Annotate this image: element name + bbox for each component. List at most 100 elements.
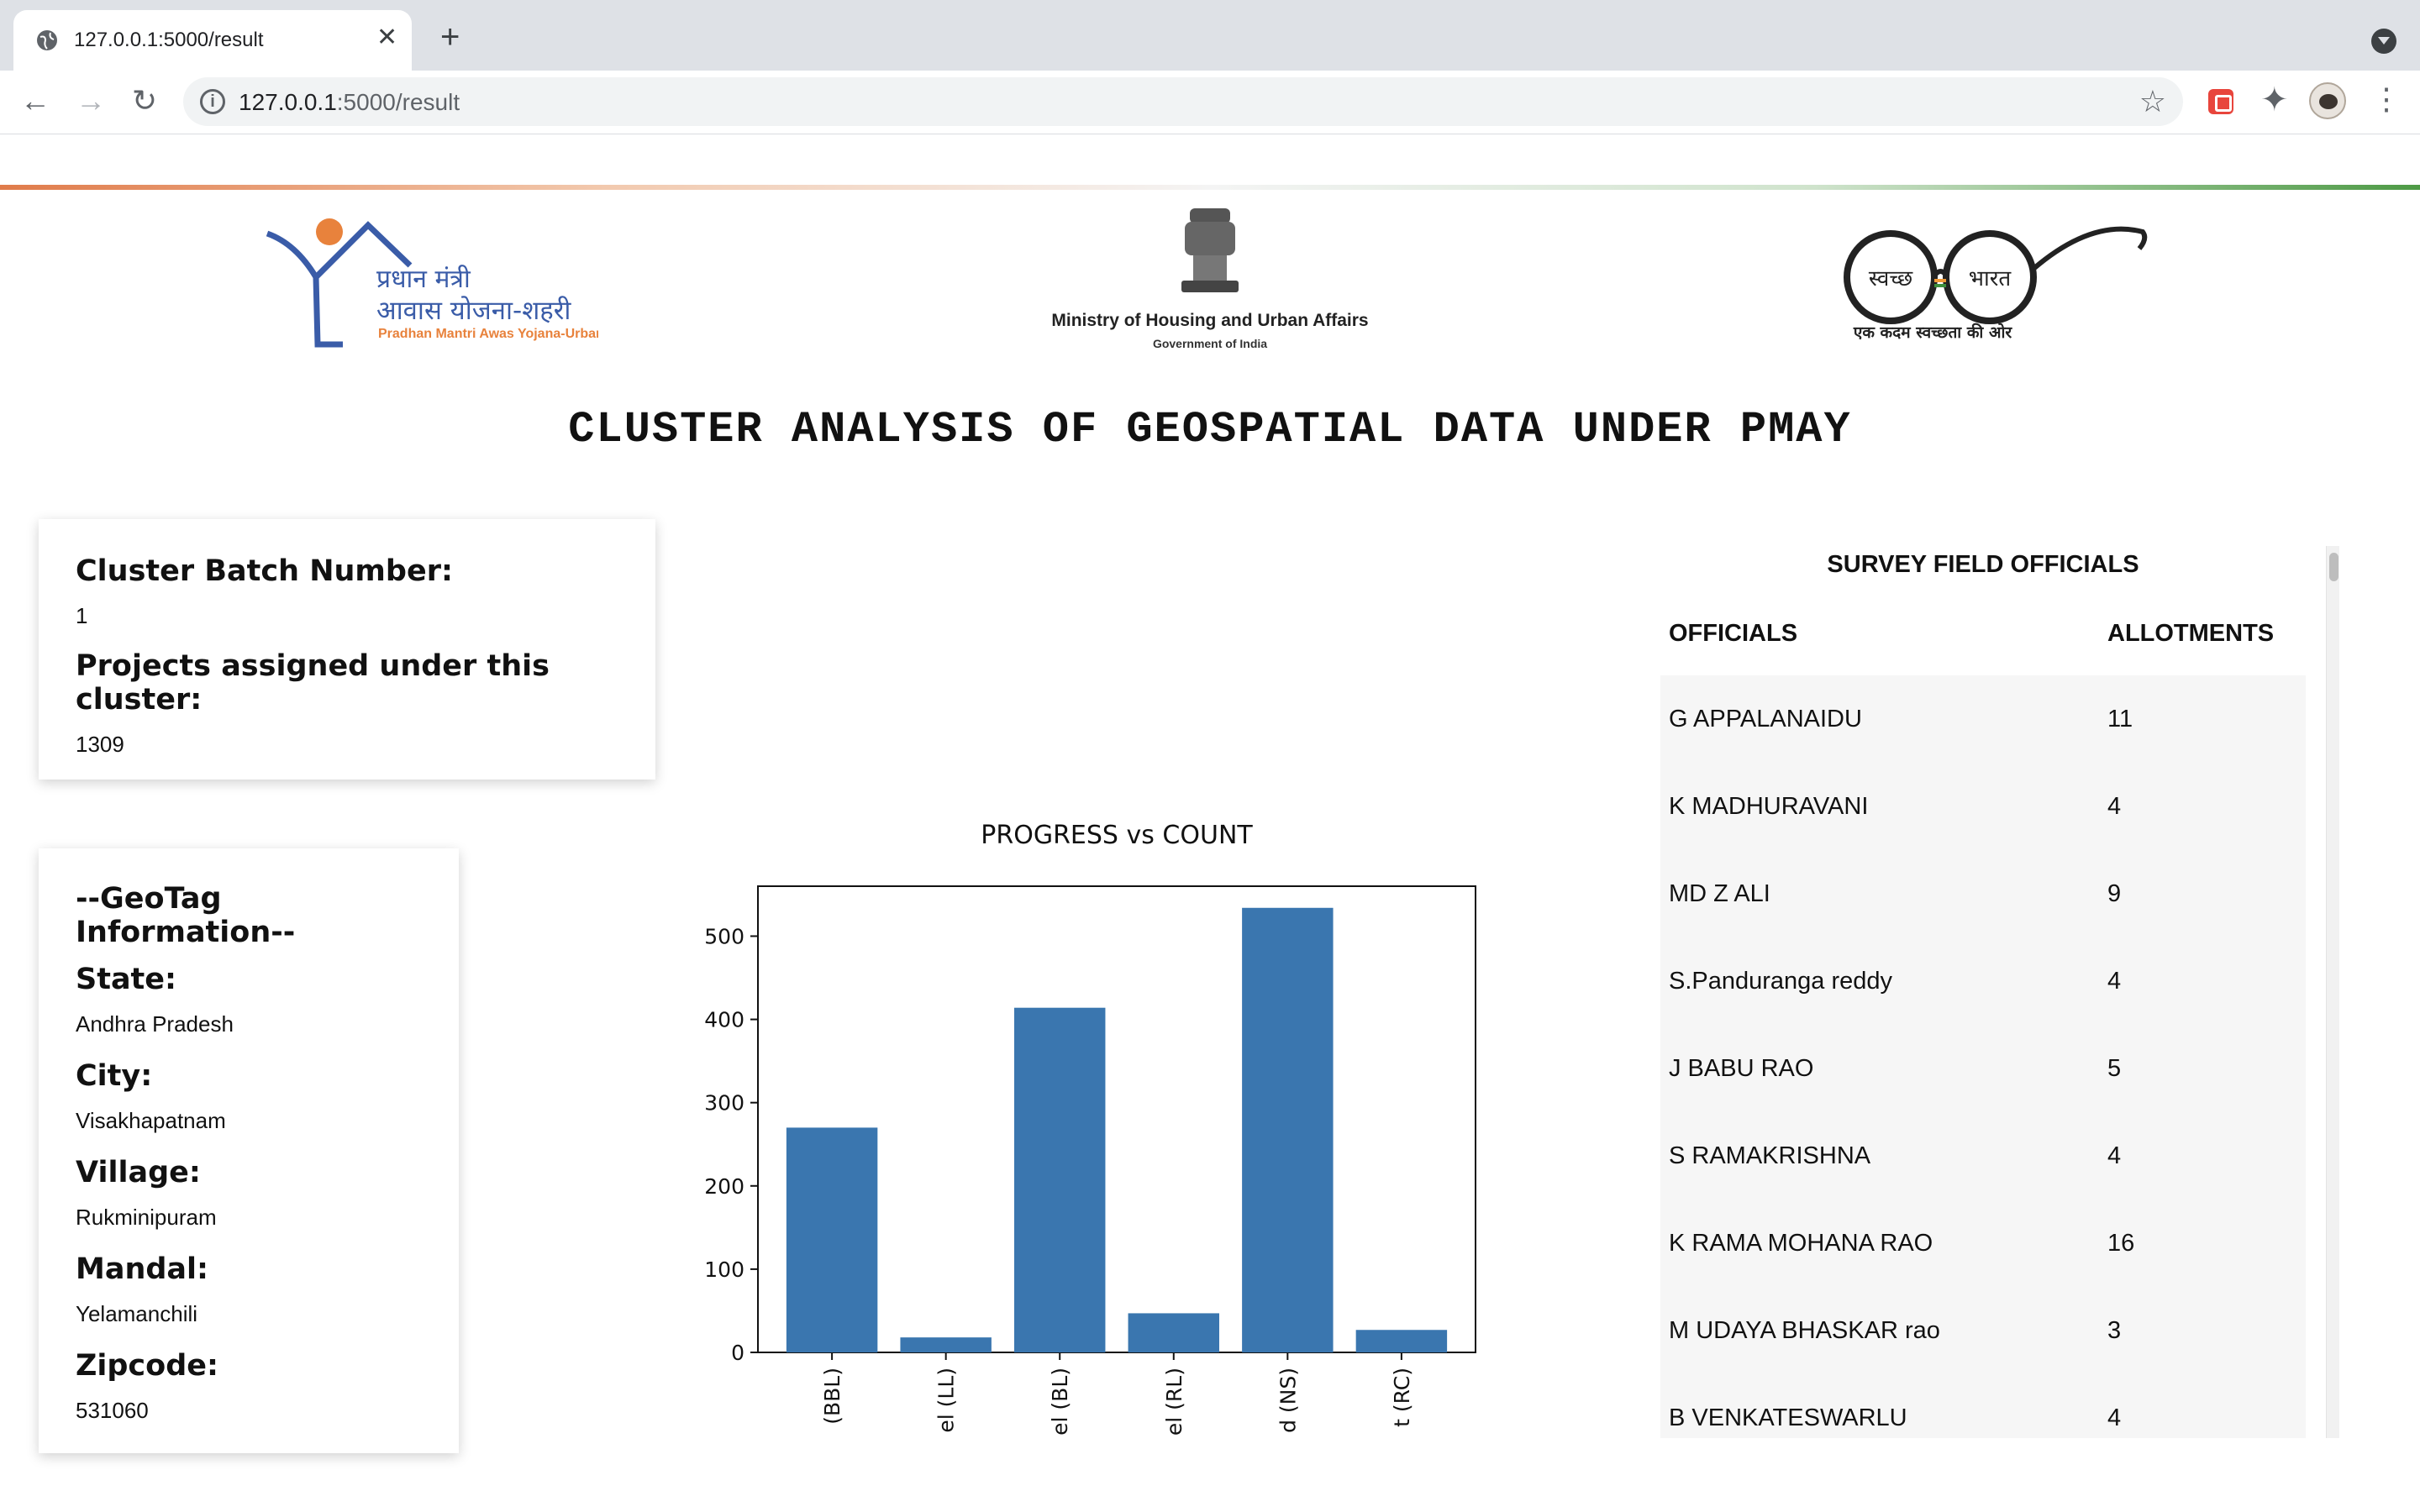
allotments-column-header: ALLOTMENTS (2107, 620, 2275, 647)
pmay-logo: प्रधान मंत्री आवास योजना-शहरी Pradhan Ma… (266, 218, 598, 348)
y-tick-label: 0 (731, 1341, 744, 1365)
mandal-label: Mandal: (76, 1252, 209, 1286)
reload-icon[interactable]: ↻ (126, 82, 163, 119)
pocket-extension-icon[interactable] (2208, 89, 2233, 114)
official-name: K MADHURAVANI (1669, 793, 1869, 820)
official-allotments: 16 (2107, 1230, 2135, 1257)
x-tick-label: el (LL) (934, 1368, 959, 1433)
table-row: K RAMA MOHANA RAO 16 (1660, 1200, 2306, 1287)
y-tick-label: 400 (704, 1008, 744, 1032)
bar (1014, 1007, 1106, 1352)
official-allotments: 5 (2107, 1055, 2122, 1082)
official-allotments: 9 (2107, 880, 2122, 907)
officials-column-header: OFFICIALS (1669, 620, 1798, 647)
y-tick-label: 500 (704, 924, 744, 948)
officials-table-title: SURVEY FIELD OFFICIALS (1827, 551, 2139, 578)
bharat-word: भारत (1969, 266, 2012, 291)
projects-assigned-label: Projects assigned under this cluster: (76, 649, 550, 717)
city-value: Visakhapatnam (76, 1108, 226, 1133)
official-name: B VENKATESWARLU (1669, 1404, 1907, 1431)
tab-search-icon[interactable] (2371, 29, 2396, 54)
table-row: G APPALANAIDU 11 (1660, 675, 2306, 763)
city-label: City: (76, 1059, 153, 1093)
menu-kebab-icon[interactable]: ⋮ (2371, 84, 2402, 114)
page-title: CLUSTER ANALYSIS OF GEOSPATIAL DATA UNDE… (568, 405, 1852, 454)
table-row: K MADHURAVANI 4 (1660, 763, 2306, 850)
state-value: Andhra Pradesh (76, 1011, 234, 1037)
tab-title: 127.0.0.1:5000/result (74, 29, 264, 51)
tab-strip: 127.0.0.1:5000/result ✕ + (0, 0, 2420, 71)
close-tab-icon[interactable]: ✕ (376, 25, 397, 50)
officials-table-header: OFFICIALS ALLOTMENTS (1660, 612, 2306, 675)
bar (786, 1127, 878, 1352)
swachh-tagline: एक कदम स्वच्छता की ओर (1853, 323, 2013, 342)
official-allotments: 4 (2107, 793, 2122, 820)
x-tick-label: t (RC) (1390, 1368, 1414, 1427)
globe-icon (37, 30, 57, 50)
official-allotments: 4 (2107, 968, 2122, 995)
ministry-subtitle: Government of India (1153, 337, 1267, 350)
forward-arrow-icon[interactable]: → (72, 82, 109, 119)
scrollbar-thumb[interactable] (2329, 553, 2338, 581)
official-name: J BABU RAO (1669, 1055, 1814, 1082)
progress-count-chart: PROGRESS vs COUNT 0 100 200 300 400 500 (BBL) el… (655, 806, 1529, 1445)
projects-assigned-value: 1309 (76, 732, 124, 757)
url-path: :5000/result (336, 89, 460, 115)
table-row: J BABU RAO 5 (1660, 1025, 2306, 1112)
ministry-emblem-logo: Ministry of Housing and Urban Affairs Go… (1051, 208, 1369, 350)
batch-number-value: 1 (76, 603, 88, 628)
table-row: S RAMAKRISHNA 4 (1660, 1112, 2306, 1200)
table-row: MD Z ALI 9 (1660, 850, 2306, 937)
x-tick-label: d (NS) (1276, 1368, 1300, 1433)
batch-number-label: Cluster Batch Number: (76, 554, 453, 588)
official-allotments: 3 (2107, 1317, 2122, 1344)
official-name: K RAMA MOHANA RAO (1669, 1230, 1933, 1257)
officials-table-body: G APPALANAIDU 11 K MADHURAVANI 4 MD Z ALI 9 S.… (1660, 675, 2306, 1438)
back-arrow-icon[interactable]: ← (17, 82, 54, 119)
state-label: State: (76, 963, 177, 996)
site-info-icon[interactable]: i (200, 89, 225, 114)
y-tick-label: 100 (704, 1257, 744, 1282)
url-host: 127.0.0.1 (239, 89, 337, 115)
profile-avatar[interactable] (2309, 82, 2346, 119)
bookmark-star-icon[interactable]: ☆ (2139, 84, 2166, 119)
swachh-bharat-logo: स्वच्छ भारत एक कदम स्वच्छता की ओर (1844, 226, 2148, 342)
new-tab-button[interactable]: + (440, 20, 460, 54)
officials-scrollbar[interactable] (2326, 546, 2339, 1438)
official-name: MD Z ALI (1669, 880, 1770, 907)
mandal-value: Yelamanchili (76, 1301, 198, 1326)
bar-chart-svg: PROGRESS vs COUNT 0 100 200 300 400 500 (BBL) el… (704, 821, 1476, 1436)
swachh-word: स्वच्छ (1869, 266, 1914, 291)
browser-toolbar: ← → ↻ i 127.0.0.1:5000/result ☆ (0, 71, 2420, 134)
y-tick-label: 200 (704, 1174, 744, 1199)
bar (1355, 1330, 1448, 1352)
official-name: G APPALANAIDU (1669, 706, 1862, 732)
address-bar[interactable]: i 127.0.0.1:5000/result ☆ (183, 77, 2183, 126)
official-name: S.Panduranga reddy (1669, 968, 1893, 995)
official-allotments: 11 (2107, 706, 2133, 732)
table-row: S.Panduranga reddy 4 (1660, 937, 2306, 1025)
url-text[interactable]: 127.0.0.1:5000/result (239, 89, 460, 116)
chart-title: PROGRESS vs COUNT (981, 821, 1253, 850)
tricolor-divider (0, 185, 2420, 190)
bar (900, 1337, 992, 1352)
extensions-puzzle-icon[interactable]: ✦ (2260, 81, 2289, 119)
ministry-name: Ministry of Housing and Urban Affairs (1051, 311, 1368, 330)
x-tick-label: (BBL) (820, 1368, 844, 1425)
table-row: B VENKATESWARLU 4 (1660, 1374, 2306, 1438)
pmay-hindi-line2: आवास योजना-शहरी (376, 296, 571, 326)
officials-table[interactable]: SURVEY FIELD OFFICIALS OFFICIALS ALLOTME… (1660, 546, 2333, 1438)
pmay-english-line: Pradhan Mantri Awas Yojana-Urban (378, 327, 598, 341)
bar (1242, 907, 1334, 1352)
table-row: M UDAYA BHASKAR rao 3 (1660, 1287, 2306, 1374)
official-allotments: 4 (2107, 1142, 2122, 1169)
official-allotments: 4 (2107, 1404, 2122, 1431)
browser-tab[interactable]: 127.0.0.1:5000/result ✕ (13, 10, 412, 71)
village-label: Village: (76, 1156, 201, 1189)
geotag-heading: --GeoTag Information-- (76, 882, 296, 949)
official-name: S RAMAKRISHNA (1669, 1142, 1871, 1169)
x-tick-label: el (RL) (1162, 1368, 1186, 1436)
bar (1128, 1313, 1219, 1352)
zipcode-value: 531060 (76, 1398, 149, 1423)
y-tick-label: 300 (704, 1091, 744, 1116)
